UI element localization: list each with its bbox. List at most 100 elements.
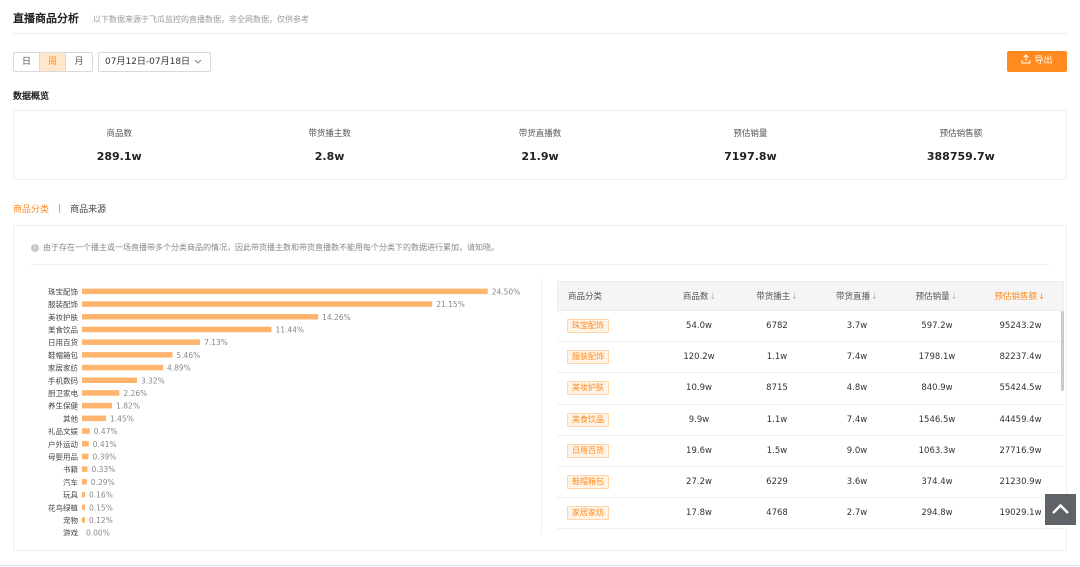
table-cell: 1.5w [766,445,788,456]
table-row[interactable]: 美妆护肤 10.9w 8715 4.8w 840.9w 55424.5w [557,373,1064,405]
bar[interactable] [82,288,488,295]
table-cell: 55424.5w [999,383,1042,394]
bar-value-label: 5.46% [176,351,200,360]
bar[interactable] [82,415,107,422]
bar[interactable] [82,326,272,333]
bar-value-label: 1.82% [116,402,140,411]
bar[interactable] [82,517,85,523]
period-day-button[interactable]: 日 [14,53,40,71]
category-cell: 美食饮品 [557,405,661,435]
bar[interactable] [82,390,120,396]
tab-source[interactable]: 商品来源 [70,202,106,215]
table-cell: 1798.1w [918,352,956,363]
bar[interactable] [82,339,201,345]
table-body[interactable]: 珠宝配饰 54.0w 6782 3.7w 597.2w 95243.2w 服装配饰 120.2… [557,311,1064,529]
bar-value-label: 0.16% [89,491,113,500]
sort-arrow-icon: ↓ [950,292,958,301]
category-tag[interactable]: 美食饮品 [567,412,609,427]
category-cell: 日用百货 [557,436,661,466]
bar[interactable] [82,364,163,371]
overview-label: 带货直播数 [518,129,562,139]
table-cell: 1.1w [766,414,788,425]
bar[interactable] [82,453,89,460]
table-row[interactable]: 珠宝配饰 54.0w 6782 3.7w 597.2w 95243.2w [557,311,1064,343]
bar[interactable] [82,466,88,472]
info-icon: i [31,243,39,252]
table-cell: 7.4w [846,414,868,425]
category-label: 日用百货 [48,337,78,347]
overview-title: 数据概览 [13,92,50,102]
bar[interactable] [82,479,87,485]
table-row[interactable]: 美食饮品 9.9w 1.1w 7.4w 1546.5w 44459.4w [557,405,1064,436]
bar[interactable] [82,441,89,447]
bar-value-label: 0.15% [89,503,113,512]
export-button[interactable]: 导出 [1007,51,1067,72]
tab-category[interactable]: 商品分类 [13,202,49,215]
column-header[interactable]: 商品数↓ [662,282,738,310]
overview-value: 2.8w [314,150,345,163]
bar[interactable] [82,402,113,409]
bar[interactable] [82,301,433,307]
period-month-button[interactable]: 月 [66,53,92,71]
table-cell: 44459.4w [999,414,1042,425]
table-row[interactable]: 服装配饰 120.2w 1.1w 7.4w 1798.1w 82237.4w [557,342,1064,374]
date-range-value: 07月12日-07月18日 [105,57,191,67]
category-tag[interactable]: 美妆护肤 [567,381,609,396]
category-label: 玩具 [63,491,78,500]
table-row[interactable]: 日用百货 19.6w 1.5w 9.0w 1063.3w 27716.9w [557,436,1064,467]
table-cell: 294.8w [921,508,953,519]
bar-value-label: 0.41% [93,440,117,449]
category-tag[interactable]: 日用百货 [567,443,609,458]
column-header[interactable]: 预估销量↓ [897,282,977,310]
column-header[interactable]: 带货直播↓ [817,282,897,310]
tab-separator: | [58,203,62,214]
category-label: 宠物 [63,515,78,525]
category-label: 户外运动 [48,439,78,449]
column-header-label: 带货直播 [835,292,870,302]
table-cell: 4768 [766,508,788,519]
bar-value-label: 4.89% [167,364,191,373]
table-row[interactable]: 家居家纺 17.8w 4768 2.7w 294.8w 19029.1w [557,498,1064,529]
overview-item-sales-amount: 预估销售额 388759.7w [856,111,1066,179]
notice-text: 由于存在一个播主或一场直播带多个分类商品的情况，因此带货播主数和带货直播数不能用… [43,243,499,252]
bar[interactable] [82,352,173,358]
category-bar-chart: 珠宝配饰 24.50% 服装配饰 21.15% 美妆护肤 14.26% 美食饮品 11.44%… [48,286,520,536]
column-header: 商品分类 [558,282,662,310]
category-label: 厨卫家电 [48,388,78,398]
bar[interactable] [82,314,319,320]
chevron-down-icon [194,53,202,78]
category-tag[interactable]: 家居家纺 [567,506,609,521]
period-week-button[interactable]: 周 [40,53,66,71]
table-scrollbar[interactable] [1061,311,1064,391]
category-tag[interactable]: 服装配饰 [567,350,609,365]
bar-value-label: 0.00% [86,529,110,536]
notice-divider [31,264,1049,265]
date-range-picker[interactable]: 07月12日-07月18日 [98,52,211,72]
sort-arrow-icon: ↓ [1038,292,1045,301]
table-cell: 82237.4w [999,352,1042,363]
table-row[interactable]: 鞋帽箱包 27.2w 6229 3.6w 374.4w 21230.9w [557,467,1064,499]
column-header[interactable]: 带货播主↓ [737,282,817,310]
table-cell: 597.2w [921,321,953,331]
column-header-label: 预估销量 [915,292,950,302]
category-tag[interactable]: 鞋帽箱包 [567,474,609,489]
page-header: 直播商品分析 以下数据来源于飞瓜监控的直播数据，非全网数据，仅供参考 [13,10,309,26]
bar-value-label: 21.15% [436,300,465,309]
category-panel: i 由于存在一个播主或一场直播带多个分类商品的情况，因此带货播主数和带货直播数不… [13,225,1067,551]
bar[interactable] [82,428,90,434]
bar[interactable] [82,377,137,384]
sort-arrow-icon: ↓ [791,292,798,301]
category-cell: 鞋帽箱包 [557,467,661,497]
category-label: 汽车 [63,477,78,487]
table-cell: 6229 [766,476,788,487]
table-cell: 21230.9w [999,476,1042,487]
bar[interactable] [82,491,85,498]
bar-value-label: 7.13% [204,338,228,347]
overview-label: 带货播主数 [308,129,351,139]
column-header[interactable]: 预估销售额↓ [976,282,1063,310]
bar[interactable] [82,504,85,511]
table-header: 商品分类 商品数↓ 带货播主↓ 带货直播↓ 预估销量↓ 预估销售额↓ [557,281,1064,311]
category-tag[interactable]: 珠宝配饰 [567,319,609,333]
back-to-top-button[interactable] [1045,494,1076,525]
category-label: 游戏 [63,528,78,536]
